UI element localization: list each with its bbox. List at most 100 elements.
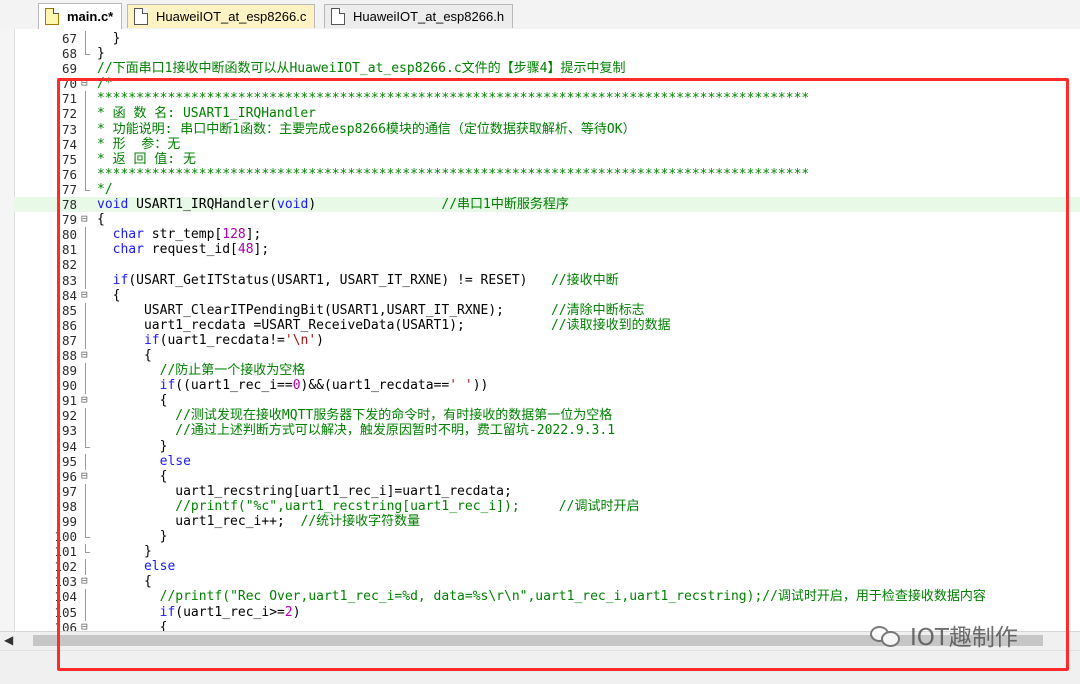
- code-line[interactable]: 94 }: [14, 438, 1080, 454]
- code-token: ): [308, 197, 442, 213]
- code-line[interactable]: 98 //printf("%c",uart1_recstring[uart1_r…: [14, 498, 1080, 516]
- line-number: 102: [54, 559, 77, 575]
- wechat-icon: [870, 624, 900, 647]
- code-text: {: [97, 574, 152, 589]
- code-line[interactable]: 95 else: [14, 453, 1080, 470]
- code-line[interactable]: 99 uart1_rec_i++; //统计接收字符数量: [14, 514, 1080, 531]
- fold-guide: [81, 46, 91, 61]
- code-line[interactable]: 103 {: [14, 573, 1080, 589]
- code-text: * 形 参：无: [97, 137, 180, 152]
- code-text: //通过上述判断方式可以解决，触发原因暂时不明，费工留坑-2022.9.3.1: [97, 423, 615, 438]
- code-text: * 功能说明: 串口中断1函数：主要完成esp8266模块的通信（定位数据获取解…: [97, 122, 636, 137]
- code-line[interactable]: 71 **************************************…: [14, 91, 1080, 108]
- line-number: 73: [61, 121, 77, 137]
- fold-toggle-icon[interactable]: [81, 619, 91, 631]
- fold-guide: [81, 257, 91, 274]
- code-line[interactable]: 77 */: [14, 181, 1080, 197]
- code-line[interactable]: 79 {: [14, 211, 1080, 227]
- line-number: 83: [61, 272, 77, 288]
- code-text: //printf("%c",uart1_recstring[uart1_rec_…: [97, 499, 639, 514]
- code-token: else: [159, 453, 191, 469]
- scroll-left-icon[interactable]: ◀: [4, 633, 13, 647]
- code-line[interactable]: 84 {: [14, 287, 1080, 303]
- tab-huaweiiot-h[interactable]: HuaweiIOT_at_esp8266.h: [324, 4, 514, 28]
- code-text: */: [97, 182, 113, 197]
- code-token: ];: [245, 227, 262, 243]
- code-line[interactable]: 85 USART_ClearITPendingBit(USART1,USART_…: [14, 302, 1080, 319]
- fold-toggle-icon[interactable]: [81, 75, 91, 91]
- editor-margin: [0, 29, 15, 631]
- code-line[interactable]: 91 {: [14, 392, 1080, 409]
- line-number: 95: [61, 453, 77, 469]
- fold-guide: [81, 91, 91, 108]
- code-token: //清除中断标志: [550, 302, 645, 318]
- fold-toggle-icon[interactable]: [81, 211, 91, 227]
- fold-toggle-icon[interactable]: [81, 392, 91, 408]
- code-line[interactable]: 101 }: [14, 544, 1080, 559]
- code-line[interactable]: 67 }: [14, 31, 1080, 48]
- code-line[interactable]: 74 * 形 参：无: [14, 136, 1080, 153]
- code-token: 2: [284, 604, 293, 620]
- code-line[interactable]: 73 * 功能说明: 串口中断1函数：主要完成esp8266模块的通信（定位数据获…: [14, 121, 1080, 138]
- fold-guide: [81, 61, 91, 76]
- code-line[interactable]: 83 if(USART_GetITStatus(USART1, USART_IT…: [14, 272, 1080, 289]
- fold-guide: [81, 604, 91, 621]
- code-line[interactable]: 72 * 函 数 名: USART1_IRQHandler: [14, 106, 1080, 123]
- code-text: }: [97, 544, 152, 559]
- code-line[interactable]: 97 uart1_recstring[uart1_rec_i]=uart1_re…: [14, 483, 1080, 500]
- watermark-text: IOT趣制作: [910, 625, 1018, 651]
- code-line[interactable]: 80 char str_temp[128];: [14, 227, 1080, 244]
- fold-toggle-icon[interactable]: [81, 347, 91, 363]
- code-line[interactable]: 90 if((uart1_rec_i==0)&&(uart1_recdata==…: [14, 378, 1080, 395]
- code-line[interactable]: 70 /*: [14, 75, 1080, 91]
- code-token: * 功能说明: 串口中断1函数：主要完成esp8266模块的通信（定位数据获取解…: [97, 121, 636, 137]
- code-editor[interactable]: 67 } 68} 69//下面串口1接收中断函数可以从HuaweiIOT_at_es…: [0, 29, 1080, 631]
- code-line[interactable]: 69 //下面串口1接收中断函数可以从HuaweiIOT_at_esp8266.c…: [14, 61, 1080, 76]
- code-token: //串口1中断服务程序: [441, 197, 569, 213]
- fold-guide: [81, 363, 91, 380]
- fold-toggle-icon[interactable]: [81, 287, 91, 303]
- code-line[interactable]: 82: [14, 257, 1080, 274]
- code-line[interactable]: 93 //通过上述判断方式可以解决，触发原因暂时不明，费工留坑-2022.9.3…: [14, 423, 1080, 440]
- line-number: 98: [61, 498, 77, 514]
- code-token: str_temp[: [143, 227, 223, 243]
- code-token: else: [143, 559, 176, 575]
- code-line[interactable]: 96 {: [14, 468, 1080, 484]
- code-token: void: [97, 197, 129, 213]
- line-number: 78: [61, 197, 77, 213]
- code-text: ****************************************…: [97, 167, 809, 182]
- code-line[interactable]: 68}: [14, 46, 1080, 61]
- fold-guide: [81, 378, 91, 395]
- code-token: //通过上述判断方式可以解决，触发原因暂时不明，费工留坑-2022.9.3.1: [175, 423, 616, 439]
- code-line[interactable]: 100 }: [14, 529, 1080, 544]
- code-line[interactable]: 75 * 返 回 值: 无: [14, 151, 1080, 168]
- code-token: ];: [253, 242, 270, 258]
- code-token: //测试发现在接收MQTT服务器下发的命令时，有时接收的数据第一位为空格: [175, 408, 613, 424]
- fold-toggle-icon[interactable]: [81, 468, 91, 484]
- code-line[interactable]: 87 if(uart1_recdata!='\n'): [14, 332, 1080, 349]
- fold-guide: [81, 544, 91, 559]
- tab-huaweiiot-c[interactable]: HuaweiIOT_at_esp8266.c: [127, 4, 316, 28]
- code-line[interactable]: 86 uart1_recdata =USART_ReceiveData(USAR…: [14, 317, 1080, 334]
- code-line[interactable]: 76 **************************************…: [14, 166, 1080, 183]
- code-line[interactable]: 88 {: [14, 347, 1080, 363]
- code-line[interactable]: 81 char request_id[48];: [14, 242, 1080, 259]
- code-text: else: [97, 559, 175, 574]
- line-number: 87: [61, 332, 77, 348]
- code-line[interactable]: 104 //printf("Rec Over,uart1_rec_i=%d, d…: [14, 589, 1080, 606]
- code-text: }: [97, 439, 168, 454]
- code-token: (uart1_recdata!=: [159, 332, 285, 348]
- code-line[interactable]: 92 //测试发现在接收MQTT服务器下发的命令时，有时接收的数据第一位为空格: [14, 408, 1080, 425]
- fold-guide: [81, 483, 91, 500]
- tab-main-c[interactable]: main.c*: [38, 3, 123, 29]
- line-number: 99: [61, 514, 77, 529]
- code-text: //测试发现在接收MQTT服务器下发的命令时，有时接收的数据第一位为空格: [97, 408, 612, 423]
- code-line[interactable]: 89 //防止第一个接收为空格: [14, 363, 1080, 380]
- line-number: 91: [61, 393, 77, 409]
- fold-toggle-icon[interactable]: [81, 573, 91, 589]
- fold-guide: [81, 438, 91, 454]
- code-line[interactable]: 102 else: [14, 559, 1080, 576]
- code-line[interactable]: 78 void USART1_IRQHandler(void) //串口1中断服务…: [14, 197, 1080, 213]
